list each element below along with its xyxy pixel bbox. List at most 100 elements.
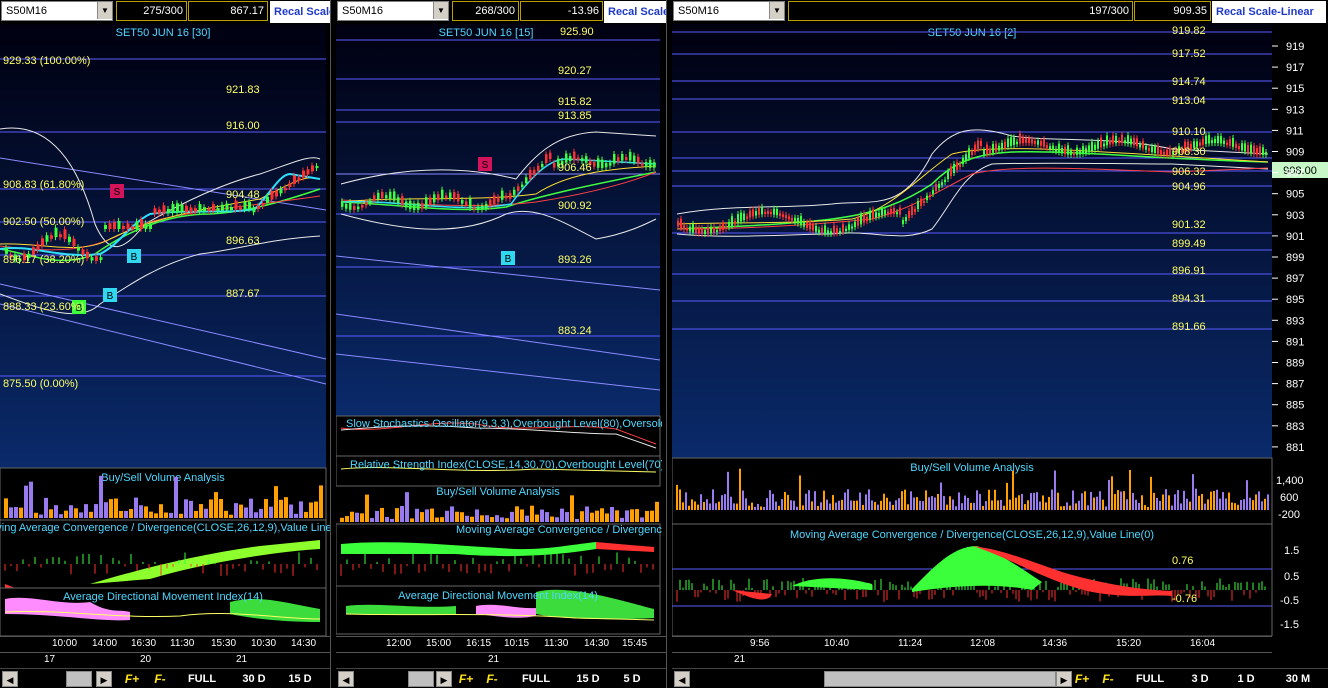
volume-bar [727,471,729,510]
volume-bar [976,490,978,510]
volume-bar [9,507,13,518]
volume-bar [149,511,153,518]
recal-scale-button[interactable]: Recal Scale [270,1,330,23]
candle [1046,145,1048,148]
time-label: 11:30 [170,638,195,649]
recal-scale-button[interactable]: Recal Scale-Linear [1212,1,1326,23]
scrollbar[interactable] [66,671,92,687]
range-5d-button[interactable]: 5 D [614,671,650,687]
chart-area[interactable]: SET50 JUN 16 [30] S B B B 929.33 (100.00… [0,24,330,636]
candle [311,165,314,172]
volume-bar [109,499,113,518]
pane-toolbar: S50M16 ▼ 268/300 -13.96 Recal Scale [336,0,666,24]
volume-bar [1111,476,1113,510]
chevron-down-icon[interactable]: ▼ [769,2,784,19]
volume-bar [1057,492,1059,510]
volume-bar [712,489,714,510]
zoom-out-button[interactable]: F- [482,671,502,687]
volume-bar [859,492,861,510]
candle [549,152,552,159]
volume-bar [465,515,469,522]
candle [529,169,532,179]
candle [284,187,287,191]
candle [797,217,799,224]
range-15d-button[interactable]: 15 D [568,671,608,687]
time-axis: 10:00 14:00 16:30 11:30 15:30 10:30 14:3… [0,636,330,652]
candle [1058,143,1060,153]
volume-bar [535,514,539,522]
volume-bar [159,504,163,518]
candle [704,230,706,234]
chevron-down-icon[interactable]: ▼ [433,2,448,19]
range-1d-button[interactable]: 1 D [1228,671,1264,687]
scroll-right-icon[interactable]: ▶ [1056,671,1072,687]
candle [641,162,644,166]
scroll-left-icon[interactable]: ◀ [674,671,690,687]
candle [950,166,952,176]
volume-bar [1147,506,1149,510]
candle [477,206,480,210]
last-value: -13.96 [520,1,603,21]
volume-bar [1258,491,1260,510]
candle [953,163,955,173]
candle [72,238,76,247]
volume-bar [1213,490,1215,510]
volume-bar [850,500,852,510]
scroll-left-icon[interactable]: ◀ [338,671,354,687]
candle [974,144,976,152]
volume-bar [99,475,103,518]
zoom-in-button[interactable]: F+ [1072,671,1092,687]
chart-title: SET50 JUN 16 [2] [928,27,1017,39]
volume-bar [766,498,768,510]
candle [597,158,600,168]
zoom-out-button[interactable]: F- [1098,671,1118,687]
volume-bar [1249,497,1251,510]
range-full-button[interactable]: FULL [182,671,222,687]
range-full-button[interactable]: FULL [1130,671,1170,687]
macd-label: 0.76 [1172,555,1193,567]
volume-bar [928,497,930,510]
volume-bar [904,489,906,510]
candle [493,195,496,205]
range-full-button[interactable]: FULL [516,671,556,687]
candle [803,221,805,227]
candle [677,220,679,227]
zoom-out-button[interactable]: F- [150,671,170,687]
scroll-left-icon[interactable]: ◀ [2,671,18,687]
volume-bar [772,493,774,510]
volume-bar [931,496,933,510]
volume-bar [745,498,747,510]
volume-bar [913,497,915,510]
chart-area[interactable]: SET50 JUN 16 [2] 919.82 917.52 914.74 91… [672,24,1328,636]
volume-bar [754,506,756,510]
candle [1238,146,1240,150]
scroll-right-icon[interactable]: ▶ [436,671,452,687]
volume-bar [922,501,924,510]
zoom-in-button[interactable]: F+ [122,671,142,687]
range-30m-button[interactable]: 30 M [1278,671,1318,687]
volume-bar [856,500,858,510]
candle [842,224,844,232]
level-label: 914.74 [1172,76,1206,88]
range-3d-button[interactable]: 3 D [1182,671,1218,687]
range-30d-button[interactable]: 30 D [234,671,274,687]
chevron-down-icon[interactable]: ▼ [97,2,112,19]
candle [653,162,656,168]
level-label: 906.32 [1172,166,1206,178]
candle [293,175,296,184]
volume-bar [189,500,193,518]
volume-bar [787,494,789,510]
zoom-in-button[interactable]: F+ [456,671,476,687]
candle [899,207,901,215]
candle [385,195,388,199]
candle [1226,142,1228,145]
scrollbar[interactable] [824,671,1056,687]
recal-scale-button[interactable]: Recal Scale [604,1,666,23]
scroll-right-icon[interactable]: ▶ [96,671,112,687]
volume-bar [790,500,792,510]
volume-bar [650,510,654,522]
chart-area[interactable]: SET50 JUN 16 [15] S B 925.90 920.27 915.… [336,24,662,636]
scrollbar[interactable] [408,671,434,687]
range-15d-button[interactable]: 15 D [280,671,320,687]
candle [1079,150,1081,155]
